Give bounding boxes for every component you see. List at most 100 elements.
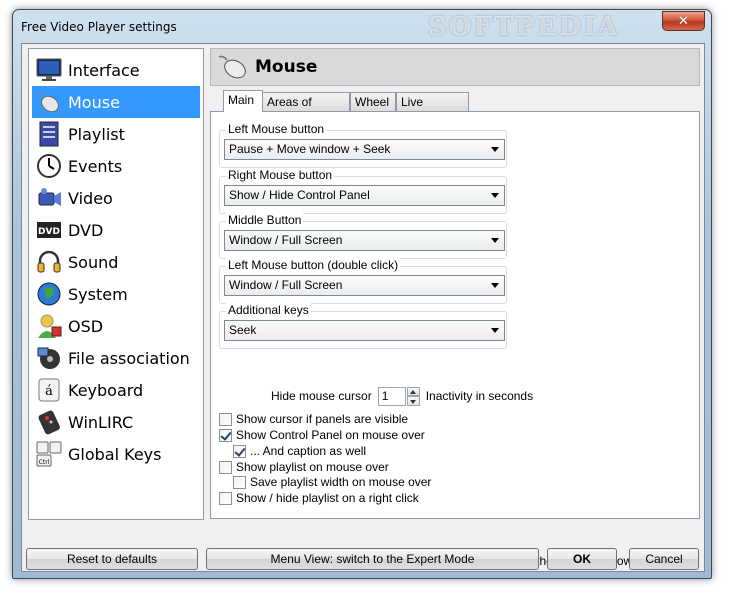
left-mouse-button-group: Left Mouse button Pause + Move window + … [219, 122, 507, 168]
hide-cursor-label: Hide mouse cursor [271, 389, 372, 403]
checkbox[interactable] [219, 412, 232, 426]
sidebar-item-file-association[interactable]: File association [32, 342, 200, 374]
clock-icon [34, 151, 64, 181]
tab-wheel[interactable]: Wheel [350, 92, 396, 111]
checkbox[interactable] [219, 491, 232, 505]
tab-live-preview[interactable]: Live Preview [396, 92, 469, 123]
media-icon [34, 343, 64, 373]
left-mouse-button-select[interactable]: Pause + Move window + Seek [224, 139, 505, 160]
monitor-icon [34, 55, 64, 85]
user-osd-icon [34, 311, 64, 341]
checkbox-label: Show / hide playlist on a right click [236, 491, 419, 505]
checkbox-label: ... And caption as well [250, 444, 367, 458]
sidebar-item-label: Global Keys [68, 444, 162, 464]
sidebar-item-osd[interactable]: OSD [32, 310, 200, 342]
checkbox[interactable] [219, 428, 232, 442]
window-title: Free Video Player settings [21, 20, 177, 34]
group-label: Left Mouse button [226, 122, 327, 136]
playlist-icon [34, 119, 64, 149]
sidebar-item-keyboard[interactable]: á Keyboard [32, 374, 200, 406]
sidebar-item-label: Events [68, 156, 123, 176]
hide-cursor-row: Hide mouse cursor 1 Inactivity in second… [271, 386, 533, 406]
sidebar-item-playlist[interactable]: Playlist [32, 118, 200, 150]
sidebar-item-label: DVD [68, 220, 104, 240]
group-label: Additional keys [226, 303, 311, 317]
save-playlist-width-option[interactable]: Save playlist width on mouse over [233, 474, 431, 490]
show-cursor-panels-option[interactable]: Show cursor if panels are visible [219, 411, 408, 427]
cancel-button[interactable]: Cancel [629, 548, 699, 570]
group-label: Middle Button [226, 213, 304, 227]
sidebar-item-label: Interface [68, 60, 140, 80]
checkbox[interactable] [233, 444, 246, 458]
double-click-select[interactable]: Window / Full Screen [224, 275, 505, 296]
chevron-down-icon [491, 238, 499, 243]
arrow-down-icon [409, 400, 416, 404]
checkbox-label: Show playlist on mouse over [236, 460, 389, 474]
chevron-down-icon [491, 147, 499, 152]
right-mouse-button-select[interactable]: Show / Hide Control Panel [224, 185, 505, 206]
middle-button-select[interactable]: Window / Full Screen [224, 230, 505, 251]
reset-defaults-button[interactable]: Reset to defaults [26, 548, 198, 570]
sidebar-item-label: Keyboard [68, 380, 144, 400]
client-area: Interface Mouse Playlist Events Video DV… [21, 43, 705, 572]
sidebar-item-label: Sound [68, 252, 119, 272]
middle-button-group: Middle Button Window / Full Screen [219, 213, 507, 259]
softpedia-watermark: SOFTPEDIA [428, 12, 620, 42]
spin-up-button[interactable] [406, 386, 420, 396]
select-value: Pause + Move window + Seek [229, 142, 391, 156]
dvd-icon: DVD [34, 215, 64, 245]
right-mouse-button-group: Right Mouse button Show / Hide Control P… [219, 168, 507, 214]
ok-button[interactable]: OK [547, 548, 617, 570]
remote-icon [34, 407, 64, 437]
sidebar-item-label: Mouse [68, 92, 120, 112]
arrow-up-icon [409, 389, 416, 394]
show-control-panel-option[interactable]: Show Control Panel on mouse over [219, 427, 425, 443]
show-playlist-option[interactable]: Show playlist on mouse over [219, 459, 389, 475]
additional-keys-select[interactable]: Seek [224, 320, 505, 341]
sidebar-item-sound[interactable]: Sound [32, 246, 200, 278]
key-icon: á [34, 375, 64, 405]
double-click-group: Left Mouse button (double click) Window … [219, 258, 507, 304]
mouse-icon [34, 87, 64, 117]
svg-text:á: á [45, 384, 53, 399]
title-bar[interactable]: Free Video Player settings SOFTPEDIA ✕ [13, 10, 711, 43]
sidebar-item-label: Playlist [68, 124, 125, 144]
chevron-down-icon [491, 328, 499, 333]
show-hide-playlist-right-click-option[interactable]: Show / hide playlist on a right click [219, 490, 419, 506]
sidebar-item-system[interactable]: System [32, 278, 200, 310]
chevron-down-icon [491, 283, 499, 288]
checkbox-label: Save playlist width on mouse over [250, 475, 432, 489]
group-label: Right Mouse button [226, 168, 335, 182]
sidebar-item-events[interactable]: Events [32, 150, 200, 182]
sidebar-item-video[interactable]: Video [32, 182, 200, 214]
select-value: Window / Full Screen [229, 278, 343, 292]
select-value: Window / Full Screen [229, 233, 343, 247]
mouse-icon [217, 52, 249, 82]
group-label: Left Mouse button (double click) [226, 258, 401, 272]
sidebar-item-label: OSD [68, 316, 104, 336]
svg-text:Ctrl: Ctrl [39, 459, 50, 466]
and-caption-option[interactable]: ... And caption as well [233, 443, 366, 459]
camera-icon [34, 183, 64, 213]
checkbox-label: Show Control Panel on mouse over [236, 428, 425, 442]
select-value: Seek [229, 323, 257, 337]
checkbox[interactable] [233, 475, 246, 489]
close-button[interactable]: ✕ [662, 11, 705, 31]
hide-cursor-input[interactable]: 1 [377, 386, 406, 406]
category-list[interactable]: Interface Mouse Playlist Events Video DV… [28, 48, 204, 520]
sidebar-item-mouse[interactable]: Mouse [32, 86, 200, 118]
panel-header: Mouse [210, 48, 700, 86]
sidebar-item-interface[interactable]: Interface [32, 54, 200, 86]
main-tab-content: Left Mouse button Pause + Move window + … [210, 111, 700, 568]
tab-areas-of-video[interactable]: Areas of Video [262, 92, 350, 123]
menu-view-button[interactable]: Menu View: switch to the Expert Mode [206, 548, 539, 570]
tab-main[interactable]: Main [223, 90, 263, 112]
sidebar-item-label: File association [68, 348, 190, 368]
sidebar-item-dvd[interactable]: DVD DVD [32, 214, 200, 246]
settings-window: Free Video Player settings SOFTPEDIA ✕ I… [12, 9, 712, 579]
checkbox[interactable] [219, 460, 232, 474]
sidebar-item-global-keys[interactable]: Ctrl Global Keys [32, 438, 200, 470]
sidebar-item-winlirc[interactable]: WinLIRC [32, 406, 200, 438]
additional-keys-group: Additional keys Seek [219, 303, 507, 349]
spin-down-button[interactable] [406, 396, 420, 406]
